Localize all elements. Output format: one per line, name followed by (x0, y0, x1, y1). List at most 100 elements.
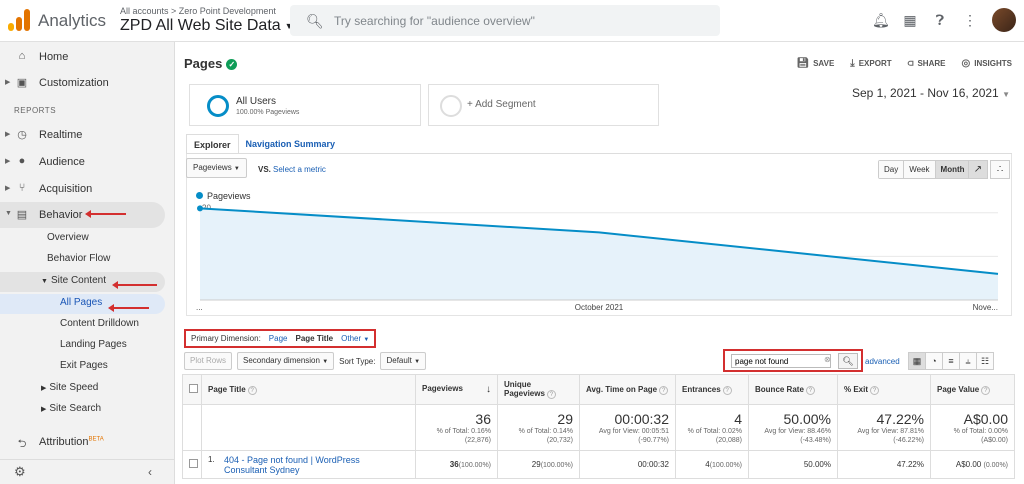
sidebar-item-exit-pages[interactable]: Exit Pages (60, 360, 108, 380)
total-sub: (20,732) (546, 436, 573, 444)
sidebar-item-overview[interactable]: Overview (47, 232, 89, 252)
plot-rows-button[interactable]: Plot Rows (184, 352, 233, 370)
sidebar-item-landing-pages[interactable]: Landing Pages (60, 339, 127, 359)
pivot-view-icon[interactable]: ☷ (976, 352, 994, 370)
granularity-week-button[interactable]: Week (904, 161, 936, 178)
help-icon[interactable]: ? (722, 385, 732, 395)
more-vert-icon[interactable]: ⋮ (962, 12, 978, 29)
dashboard-icon: ▣ (16, 77, 28, 89)
sidebar-item-home[interactable]: ⌂ Home (0, 44, 175, 70)
granularity-month-button[interactable]: Month (935, 161, 970, 178)
segment-all-users[interactable]: All Users 100.00% Pageviews (189, 84, 421, 126)
sidebar-item-behavior[interactable]: ▼ ▤ Behavior (0, 202, 165, 228)
dimension-other-dropdown[interactable]: Other ▼ (341, 334, 369, 343)
bell-icon[interactable]: 🔔︎ (872, 12, 890, 29)
sort-type-label: Sort Type: (339, 356, 376, 366)
select-all-checkbox[interactable] (189, 384, 198, 393)
help-icon[interactable]: ? (247, 385, 257, 395)
help-icon[interactable]: ? (659, 385, 669, 395)
motion-chart-icon[interactable]: ∴ (990, 160, 1010, 179)
granularity-day-button[interactable]: Day (879, 161, 905, 178)
secondary-dimension-label: Secondary dimension (243, 356, 320, 365)
collapse-sidebar-icon[interactable]: ‹ (148, 465, 152, 479)
share-label: SHARE (917, 59, 946, 68)
sidebar-item-behavior-flow[interactable]: Behavior Flow (47, 253, 110, 273)
vs-label: VS. (258, 165, 271, 174)
row-pageviews: 36(100.00%) (415, 450, 498, 479)
help-icon[interactable]: ❓︎ (932, 12, 948, 29)
search-icon: 🔍︎ (306, 13, 324, 29)
clock-icon: ◷ (17, 129, 27, 141)
help-icon[interactable]: ? (805, 385, 815, 395)
col-avg-time[interactable]: Avg. Time on Page? (579, 374, 676, 405)
add-segment-button[interactable]: + Add Segment (428, 84, 659, 126)
sidebar-item-all-pages[interactable]: All Pages (0, 294, 165, 314)
insights-button[interactable]: ◎ INSIGHTS (961, 58, 1012, 69)
segment-ring-icon (207, 95, 229, 117)
sidebar-item-attribution[interactable]: ⮌ AttributionBETA (0, 429, 175, 455)
total-bounce: 50.00% Avg for View: 88.46% (-43.48%) (748, 404, 838, 451)
secondary-dimension-dropdown[interactable]: Secondary dimension ▼ (237, 352, 335, 370)
col-entrances[interactable]: Entrances? (675, 374, 749, 405)
table-view-icon[interactable]: ▦ (908, 352, 926, 370)
comparison-view-icon[interactable]: ⫨ (959, 352, 977, 370)
header-label: Entrances (682, 384, 721, 394)
filter-input[interactable] (731, 354, 831, 368)
col-pageviews[interactable]: Pageviews ↓ (415, 374, 498, 405)
advanced-filter-link[interactable]: advanced (865, 357, 900, 366)
expand-arrow-icon: ▶ (41, 385, 47, 392)
search-icon[interactable]: 🔍︎ (838, 353, 858, 369)
metric-selector[interactable]: Pageviews ▼ (186, 158, 247, 178)
apps-grid-icon[interactable]: ▦ (902, 12, 918, 29)
header-label: % Exit (844, 384, 869, 394)
dimension-page-title[interactable]: Page Title (295, 334, 333, 343)
export-button[interactable]: ⤓ EXPORT (850, 58, 891, 69)
help-icon[interactable]: ? (870, 385, 880, 395)
row-bounce: 50.00% (748, 450, 838, 479)
chevron-down-icon: ▼ (414, 359, 421, 365)
sidebar-item-audience[interactable]: ▶ ● Audience (0, 149, 175, 175)
sidebar-item-site-search[interactable]: ▶ Site Search (41, 403, 101, 423)
total-avg-time: 00:00:32 Avg for View: 00:05:51 (-90.77%) (579, 404, 676, 451)
avatar[interactable] (992, 8, 1016, 32)
col-unique-pageviews[interactable]: Unique Pageviews? (497, 374, 580, 405)
share-icon: ⫏ (907, 58, 914, 69)
total-value: 29 (557, 410, 573, 427)
clear-icon[interactable]: ⊗ (824, 355, 831, 364)
help-icon[interactable]: ? (981, 385, 991, 395)
sidebar-item-realtime[interactable]: ▶ ◷ Realtime (0, 122, 175, 148)
col-exit[interactable]: % Exit? (837, 374, 931, 405)
account-breadcrumb[interactable]: All accounts > Zero Point Development (120, 6, 276, 16)
pie-view-icon[interactable]: ◔ (925, 352, 943, 370)
row-title-link[interactable]: 404 - Page not found | WordPress Consult… (224, 455, 404, 475)
property-selector[interactable]: ZPD All Web Site Data▼ (120, 17, 294, 35)
total-sub: % of Total: 0.16% (436, 427, 491, 435)
sidebar-item-customization[interactable]: ▶ ▣ Customization (0, 70, 175, 96)
col-page-value[interactable]: Page Value? (930, 374, 1015, 405)
col-page-title[interactable]: Page Title? (201, 374, 416, 405)
dimension-page-link[interactable]: Page (269, 334, 288, 343)
sidebar-item-site-speed[interactable]: ▶ Site Speed (41, 382, 98, 402)
empty-segment-ring-icon (440, 95, 462, 117)
select-metric-link[interactable]: Select a metric (273, 165, 326, 174)
col-bounce-rate[interactable]: Bounce Rate? (748, 374, 838, 405)
total-sub: Avg for View: 00:05:51 (598, 427, 669, 435)
analytics-logo-icon[interactable] (8, 9, 30, 31)
expand-arrow-icon: ▶ (5, 185, 11, 192)
sidebar-item-site-content[interactable]: ▼ Site Content (0, 272, 165, 292)
total-sub: (-43.48%) (800, 436, 831, 444)
line-chart-icon[interactable]: ↗ (968, 160, 988, 179)
share-button[interactable]: ⫏ SHARE (908, 58, 946, 69)
sidebar-item-acquisition[interactable]: ▶ ⑂ Acquisition (0, 176, 175, 202)
sort-type-dropdown[interactable]: Default ▼ (380, 352, 427, 370)
sidebar-item-content-drilldown[interactable]: Content Drilldown (60, 318, 139, 338)
search-bar[interactable]: 🔍︎ Try searching for "audience overview" (290, 5, 720, 36)
bar-view-icon[interactable]: ≡ (942, 352, 960, 370)
date-range-picker[interactable]: Sep 1, 2021 - Nov 16, 2021 ▼ (852, 86, 1010, 100)
gear-icon[interactable]: ⚙ (14, 464, 26, 480)
table-header-row: Page Title? Pageviews ↓ Unique Pageviews… (182, 374, 1015, 405)
help-icon[interactable]: ? (546, 390, 556, 399)
row-checkbox[interactable] (189, 459, 198, 468)
save-button[interactable]: 💾︎ SAVE (796, 58, 834, 69)
reports-section-label: REPORTS (14, 106, 57, 115)
